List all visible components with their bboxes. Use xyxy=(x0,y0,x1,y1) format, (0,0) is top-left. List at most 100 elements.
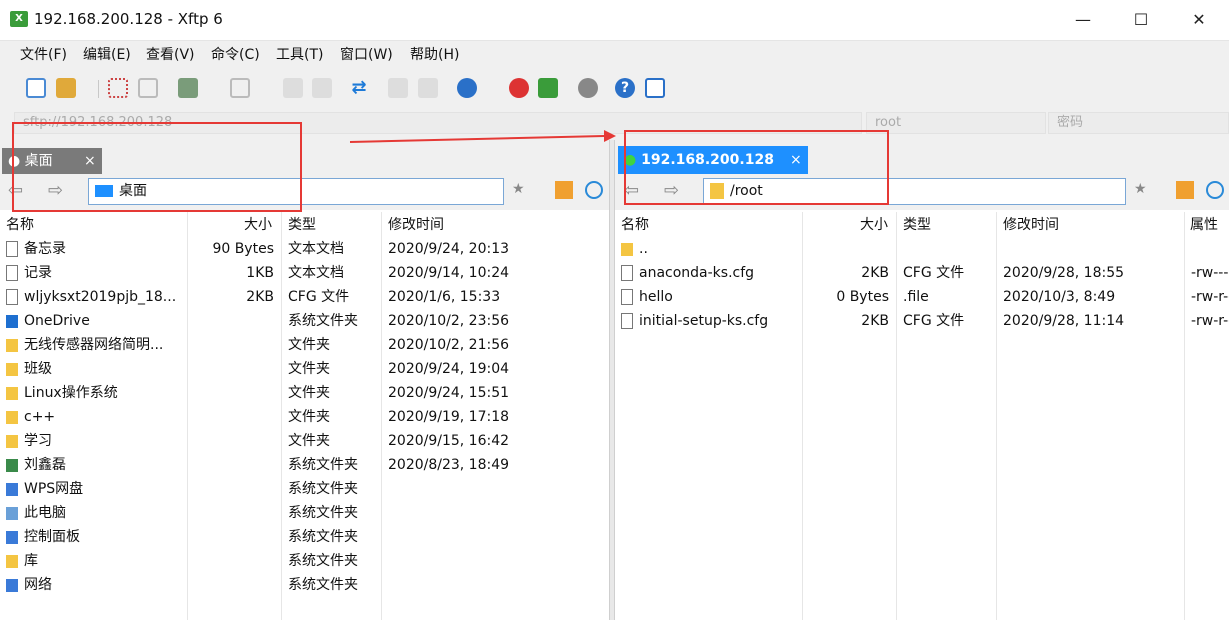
table-row[interactable]: WPS网盘 系统文件夹 xyxy=(0,477,609,501)
computer-icon xyxy=(6,506,18,520)
xshell-icon[interactable] xyxy=(509,78,529,98)
annotation-box-right xyxy=(624,130,889,205)
file-name: 无线传感器网络简明... xyxy=(24,337,164,353)
file-name: initial-setup-ks.cfg xyxy=(639,313,769,329)
menu-edit[interactable]: 编辑(E) xyxy=(83,44,131,64)
table-row[interactable]: hello 0 Bytes .file 2020/10/3, 8:49 -rw-r-- xyxy=(615,285,1229,309)
table-row[interactable]: 班级 文件夹 2020/9/24, 19:04 xyxy=(0,357,609,381)
home-icon[interactable] xyxy=(1176,181,1194,199)
table-row[interactable]: 记录 1KB 文本文档 2020/9/14, 10:24 xyxy=(0,261,609,285)
folder-icon xyxy=(6,434,18,448)
transfer-window-icon[interactable] xyxy=(230,78,250,98)
table-row[interactable]: OneDrive 系统文件夹 2020/10/2, 23:56 xyxy=(0,309,609,333)
table-row[interactable]: 库 系统文件夹 xyxy=(0,549,609,573)
gear-icon[interactable] xyxy=(578,78,598,98)
col-name[interactable]: 名称 xyxy=(6,214,34,234)
file-type: 系统文件夹 xyxy=(288,553,358,569)
control-panel-icon xyxy=(6,530,18,544)
table-row[interactable]: 无线传感器网络简明... 文件夹 2020/10/2, 21:56 xyxy=(0,333,609,357)
favorite-star-icon[interactable]: ★ xyxy=(512,181,525,197)
network-icon xyxy=(6,578,18,592)
menu-help[interactable]: 帮助(H) xyxy=(410,44,459,64)
table-row[interactable]: initial-setup-ks.cfg 2KB CFG 文件 2020/9/28, … xyxy=(615,309,1229,333)
col-name[interactable]: 名称 xyxy=(621,214,649,234)
xftp-app-icon: X xyxy=(10,11,28,27)
file-icon xyxy=(621,265,633,281)
refresh-icon[interactable] xyxy=(585,181,603,199)
file-modified: 2020/10/3, 8:49 xyxy=(1003,289,1116,305)
table-row[interactable]: 备忘录 90 Bytes 文本文档 2020/9/24, 20:13 xyxy=(0,237,609,261)
password-field[interactable]: 密码 xyxy=(1048,112,1229,134)
toolbar-separator xyxy=(98,80,99,98)
file-type: CFG 文件 xyxy=(903,313,965,329)
file-attr: -rw----- xyxy=(1191,265,1229,281)
file-type: 系统文件夹 xyxy=(288,505,358,521)
col-attributes[interactable]: 属性 xyxy=(1190,214,1218,234)
file-type: 文件夹 xyxy=(288,433,330,449)
col-modified[interactable]: 修改时间 xyxy=(1003,214,1059,234)
file-size: 2KB xyxy=(861,313,889,329)
globe-icon[interactable] xyxy=(457,78,477,98)
table-row[interactable]: 控制面板 系统文件夹 xyxy=(0,525,609,549)
file-modified: 2020/9/28, 11:14 xyxy=(1003,313,1125,329)
go-forward-icon[interactable] xyxy=(312,78,332,98)
file-type: 文件夹 xyxy=(288,337,330,353)
maximize-button[interactable]: ☐ xyxy=(1126,8,1156,32)
menu-file[interactable]: 文件(F) xyxy=(20,44,67,64)
file-icon xyxy=(621,289,633,305)
new-session-icon[interactable] xyxy=(26,78,46,98)
menu-window[interactable]: 窗口(W) xyxy=(340,44,393,64)
file-name: 学习 xyxy=(24,433,52,449)
paste-icon[interactable] xyxy=(418,78,438,98)
file-name: wljyksxt2019pjb_18... xyxy=(24,289,176,305)
file-type: 文件夹 xyxy=(288,409,330,425)
folder-icon xyxy=(621,242,633,256)
home-icon[interactable] xyxy=(555,181,573,199)
col-type[interactable]: 类型 xyxy=(903,214,931,234)
user-folder-icon xyxy=(6,458,18,472)
menu-tools[interactable]: 工具(T) xyxy=(276,44,323,64)
xftp-icon[interactable] xyxy=(538,78,558,98)
reconnect-icon[interactable] xyxy=(138,78,158,98)
file-size: 2KB xyxy=(246,289,274,305)
open-folder-icon[interactable] xyxy=(56,78,76,98)
copy-icon[interactable] xyxy=(388,78,408,98)
file-name: WPS网盘 xyxy=(24,481,84,497)
file-name: 控制面板 xyxy=(24,529,80,545)
table-row[interactable]: .. xyxy=(615,237,1229,261)
sync-arrows-icon[interactable]: ⇄ xyxy=(349,78,369,98)
file-name: hello xyxy=(639,289,673,305)
table-row[interactable]: 刘鑫磊 系统文件夹 2020/8/23, 18:49 xyxy=(0,453,609,477)
col-modified[interactable]: 修改时间 xyxy=(388,214,444,234)
file-name: .. xyxy=(639,241,648,257)
col-size[interactable]: 大小 xyxy=(860,214,888,234)
table-row[interactable]: 此电脑 系统文件夹 xyxy=(0,501,609,525)
username-field[interactable]: root xyxy=(866,112,1046,134)
table-row[interactable]: wljyksxt2019pjb_18... 2KB CFG 文件 2020/1/6, … xyxy=(0,285,609,309)
table-row[interactable]: Linux操作系统 文件夹 2020/9/24, 15:51 xyxy=(0,381,609,405)
chat-icon[interactable] xyxy=(645,78,665,98)
file-name: 网络 xyxy=(24,577,52,593)
menu-view[interactable]: 查看(V) xyxy=(146,44,195,64)
disconnect-icon[interactable] xyxy=(108,78,128,98)
go-back-icon[interactable] xyxy=(283,78,303,98)
col-type[interactable]: 类型 xyxy=(288,214,316,234)
table-row[interactable]: c++ 文件夹 2020/9/19, 17:18 xyxy=(0,405,609,429)
folder-icon xyxy=(6,338,18,352)
refresh-icon[interactable] xyxy=(1206,181,1224,199)
file-modified: 2020/10/2, 23:56 xyxy=(388,313,510,329)
col-size[interactable]: 大小 xyxy=(244,214,272,234)
table-row[interactable]: 网络 系统文件夹 xyxy=(0,573,609,597)
properties-icon[interactable] xyxy=(178,78,198,98)
help-icon[interactable]: ? xyxy=(615,78,635,98)
table-row[interactable]: 学习 文件夹 2020/9/15, 16:42 xyxy=(0,429,609,453)
file-modified: 2020/10/2, 21:56 xyxy=(388,337,510,353)
file-name: anaconda-ks.cfg xyxy=(639,265,755,281)
minimize-button[interactable]: — xyxy=(1068,8,1098,32)
close-window-button[interactable]: ✕ xyxy=(1184,8,1214,32)
favorite-star-icon[interactable]: ★ xyxy=(1134,181,1147,197)
file-attr: -rw-r-- xyxy=(1191,313,1229,329)
file-type: .file xyxy=(903,289,929,305)
table-row[interactable]: anaconda-ks.cfg 2KB CFG 文件 2020/9/28, 18:55… xyxy=(615,261,1229,285)
menu-command[interactable]: 命令(C) xyxy=(211,44,260,64)
